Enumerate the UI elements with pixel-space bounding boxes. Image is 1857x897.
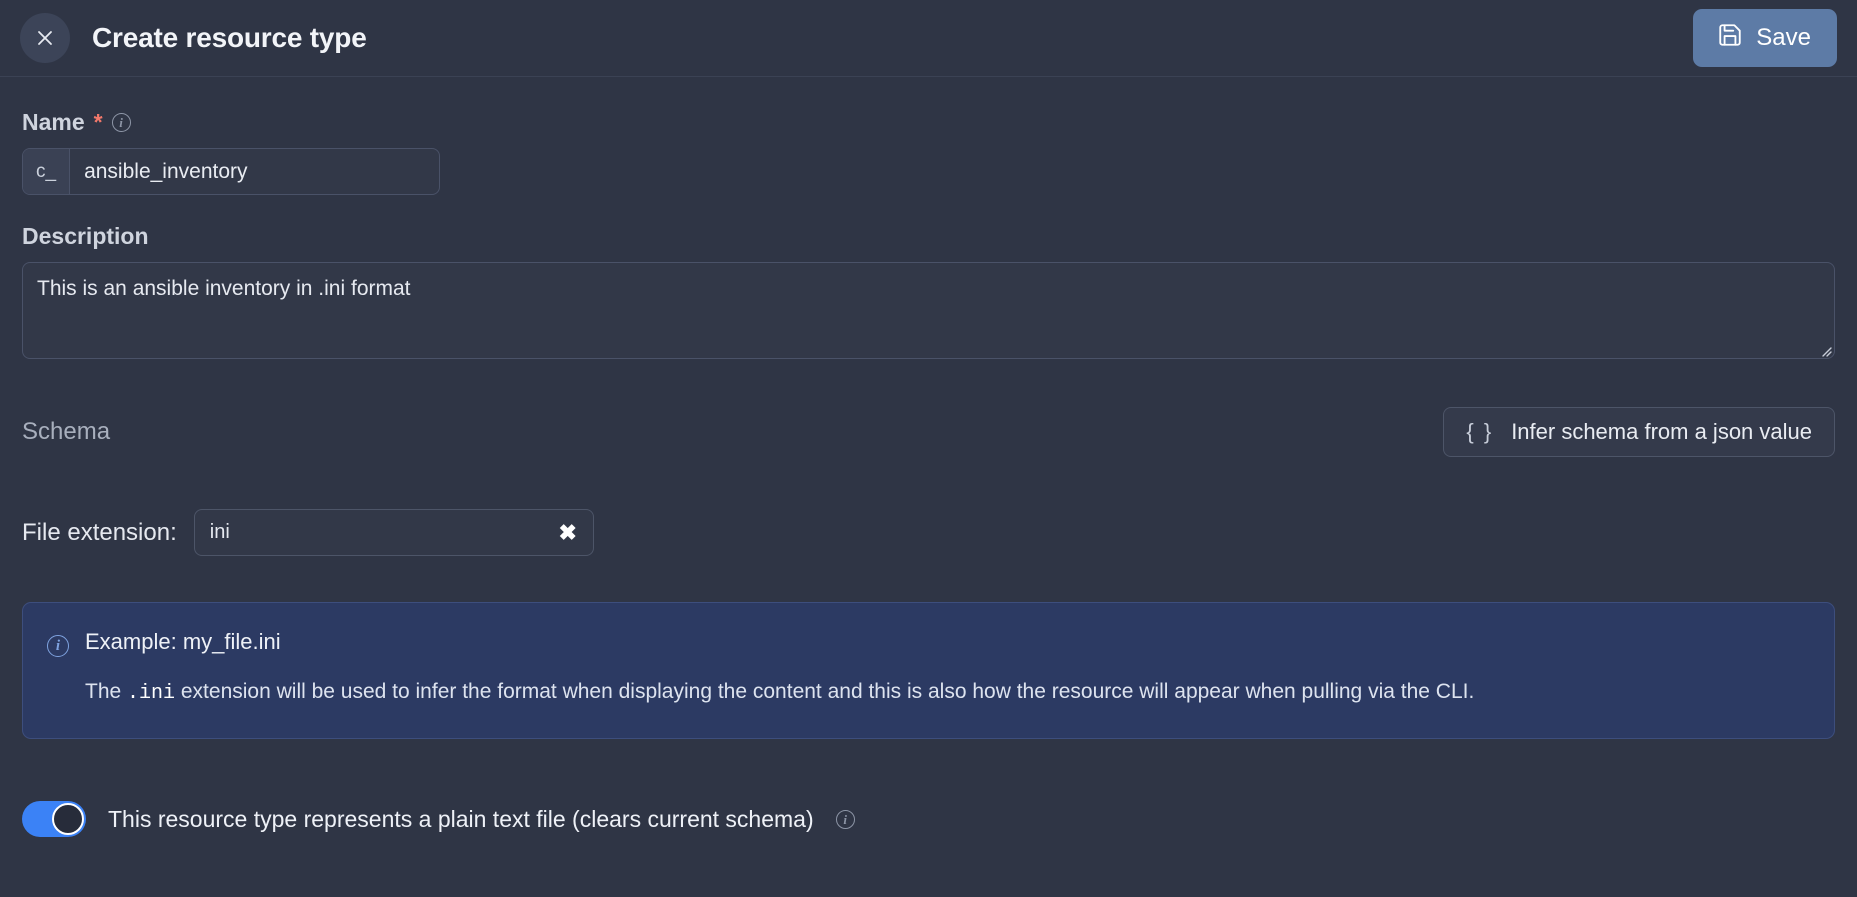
description-label: Description [22,223,1835,250]
callout-code: .ini [127,682,176,705]
callout-body: Example: my_file.ini The .ini extension … [85,629,1810,708]
name-input-prefix: c_ [23,149,71,194]
clear-x-icon[interactable]: ✖ [551,520,593,546]
save-button[interactable]: Save [1693,9,1837,67]
form-body: Name * i c_ Description This is an ansib… [0,77,1857,837]
name-label: Name * i [22,109,1835,136]
file-extension-input-wrap[interactable]: ✖ [193,509,594,556]
description-textarea[interactable]: This is an ansible inventory in .ini for… [23,263,1834,358]
file-extension-info-callout: i Example: my_file.ini The .ini extensio… [22,602,1835,739]
dialog-header: Create resource type Save [0,0,1857,77]
infer-schema-button-label: Infer schema from a json value [1511,419,1812,444]
callout-title: Example: my_file.ini [85,629,281,654]
name-input[interactable] [70,149,439,194]
callout-text-after: extension will be used to infer the form… [175,680,1475,703]
description-section: Description This is an ansible inventory… [22,223,1835,359]
plain-text-toggle-row: This resource type represents a plain te… [22,801,1835,837]
info-icon[interactable]: i [111,113,131,132]
toggle-knob [52,803,84,835]
callout-text-before: The [85,680,128,703]
save-button-label: Save [1756,24,1811,51]
name-label-text: Name [22,109,85,135]
file-extension-row: File extension: ✖ [22,509,1835,556]
infer-schema-button[interactable]: { } Infer schema from a json value [1443,407,1835,457]
plain-text-toggle-label: This resource type represents a plain te… [108,805,814,832]
name-input-group[interactable]: c_ [22,148,440,195]
curly-braces-icon: { } [1466,419,1494,444]
plain-text-toggle[interactable] [22,801,86,837]
info-icon: i [47,635,69,657]
close-button[interactable] [20,13,70,63]
info-icon[interactable]: i [835,809,855,829]
description-label-text: Description [22,223,149,249]
schema-title: Schema [22,418,111,445]
close-icon [34,27,56,49]
page-title: Create resource type [92,22,367,53]
file-extension-input[interactable] [194,521,551,544]
callout-text: The .ini extension will be used to infer… [85,677,1810,708]
save-floppy-icon [1717,22,1743,55]
description-textarea-box[interactable]: This is an ansible inventory in .ini for… [22,262,1835,359]
schema-section-header: Schema { } Infer schema from a json valu… [22,407,1835,457]
required-marker: * [93,109,103,135]
file-extension-label: File extension: [22,518,177,546]
